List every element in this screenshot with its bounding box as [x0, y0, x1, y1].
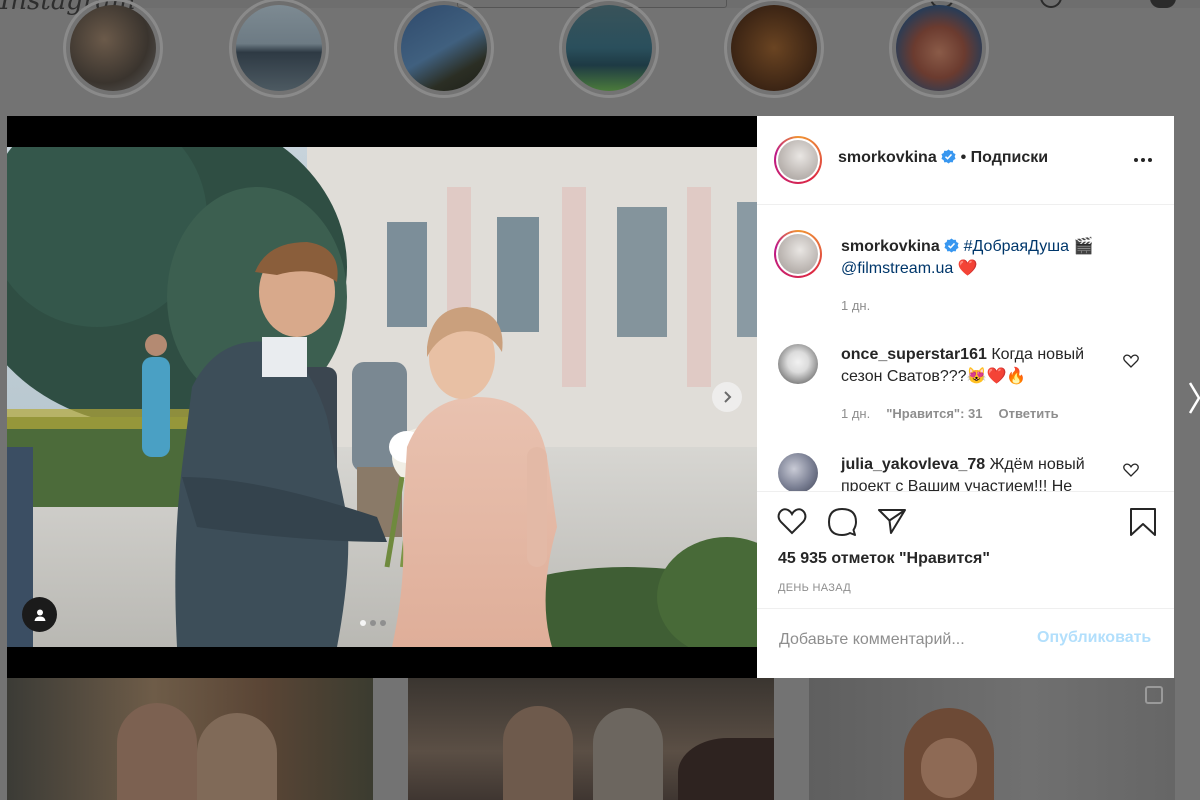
clapperboard-emoji: 🎬 [1073, 238, 1094, 255]
post-actions: 45 935 отметок "Нравится" ДЕНЬ НАЗАД [757, 491, 1174, 608]
story-5 [724, 0, 824, 98]
multiple-images-icon [1145, 686, 1163, 704]
comment-like-heart-icon[interactable] [1123, 463, 1139, 477]
share-icon[interactable] [877, 507, 907, 535]
more-horizontal-icon[interactable] [1133, 157, 1153, 163]
user-tag-button[interactable] [22, 597, 57, 632]
comment-reply-button[interactable]: Ответить [999, 406, 1059, 421]
user-tag-icon [34, 609, 45, 621]
caption-username[interactable]: smorkovkina [841, 238, 940, 255]
verified-badge-icon [944, 238, 959, 253]
carousel-indicator [360, 620, 386, 626]
author-username[interactable]: smorkovkina [838, 149, 937, 166]
grid-post-3 [809, 678, 1175, 800]
comment-icon[interactable] [827, 507, 857, 537]
follow-status-button[interactable]: • Подписки [961, 149, 1049, 166]
publish-button[interactable]: Опубликовать [1037, 629, 1151, 647]
chevron-right-icon [724, 391, 732, 403]
grid-post-1 [7, 678, 373, 800]
story-2 [229, 0, 329, 98]
post-photo [7, 147, 757, 647]
comment-meta: 1 дн. "Нравится": 31 Ответить [841, 406, 1059, 421]
post-caption: smorkovkina #ДобраяДуша 🎬 @filmstream.ua… [841, 236, 1141, 280]
commenter-avatar[interactable] [778, 344, 818, 384]
avatar [778, 140, 818, 180]
story-3 [394, 0, 494, 98]
post-header: smorkovkina • Подписки [757, 116, 1174, 205]
post-media-panel [7, 116, 757, 678]
bookmark-icon[interactable] [1129, 507, 1157, 537]
like-heart-icon[interactable] [777, 507, 807, 535]
add-comment-bar: Опубликовать [757, 608, 1174, 678]
story-1 [63, 0, 163, 98]
avatar [778, 234, 818, 274]
grid-post-2 [408, 678, 774, 800]
comment-like-count[interactable]: "Нравится": 31 [886, 406, 982, 421]
comment-body: julia_yakovleva_78 Ждём новый проект с В… [841, 454, 1113, 491]
carousel-dot-3 [380, 620, 386, 626]
story-6 [889, 0, 989, 98]
comments-list[interactable]: smorkovkina #ДобраяДуша 🎬 @filmstream.ua… [757, 205, 1174, 491]
header-user-line: smorkovkina • Подписки [838, 149, 1048, 167]
comment-like-heart-icon[interactable] [1123, 354, 1139, 368]
caption-hashtag-link[interactable]: #ДобраяДуша [964, 238, 1069, 255]
commenter-avatar[interactable] [778, 453, 818, 491]
next-post-chevron-icon[interactable] [1188, 381, 1200, 415]
carousel-dot-1 [360, 620, 366, 626]
carousel-dot-2 [370, 620, 376, 626]
comment-body: once_superstar161 Когда новый сезон Сват… [841, 344, 1113, 388]
heart-emoji: ❤️ [957, 260, 978, 277]
post-side-panel: smorkovkina • Подписки smorkovkina #Добр… [757, 116, 1174, 678]
verified-badge-icon [941, 149, 956, 164]
author-avatar-ring[interactable] [774, 136, 822, 184]
comment-username[interactable]: once_superstar161 [841, 346, 987, 363]
caption-avatar-ring[interactable] [774, 230, 822, 278]
comment-input[interactable] [777, 627, 1031, 653]
caption-time: 1 дн. [841, 298, 871, 313]
comment-time: 1 дн. [841, 406, 871, 421]
likes-count[interactable]: 45 935 отметок "Нравится" [778, 550, 990, 568]
carousel-next-button[interactable] [712, 382, 742, 412]
comment-username[interactable]: julia_yakovleva_78 [841, 456, 985, 473]
story-4 [559, 0, 659, 98]
caption-mention-link[interactable]: @filmstream.ua [841, 260, 953, 277]
post-timestamp: ДЕНЬ НАЗАД [778, 582, 851, 594]
